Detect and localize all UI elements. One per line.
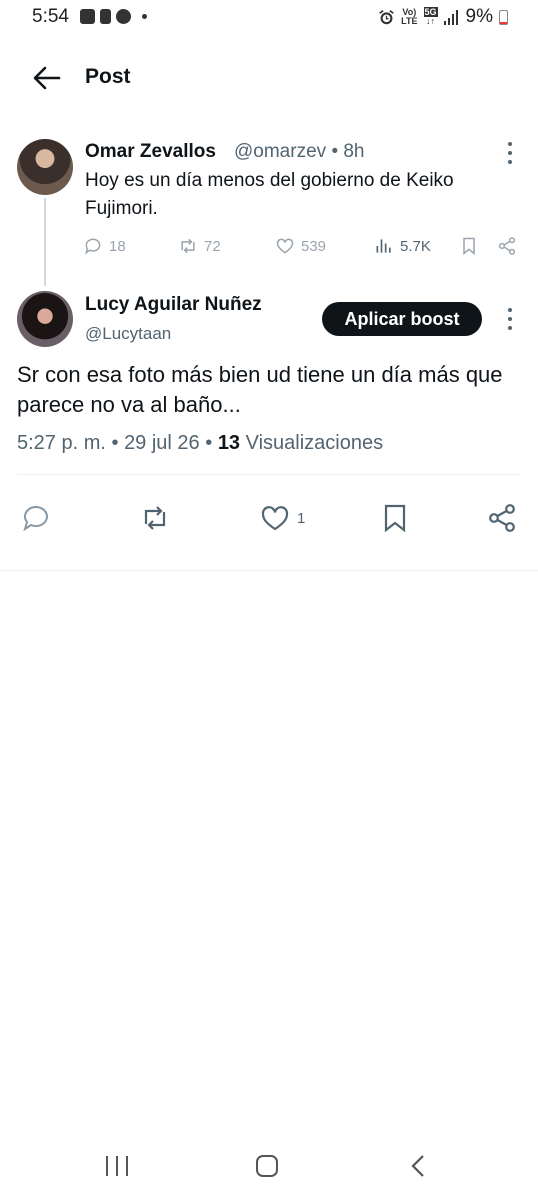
back-chevron-icon: [411, 1155, 424, 1177]
back-nav-button[interactable]: [408, 1154, 428, 1183]
parent-author-handle[interactable]: @omarzev • 8h: [234, 141, 365, 163]
header: Post: [0, 40, 538, 120]
reply-text: Sr con esa foto más bien ud tiene un día…: [17, 362, 503, 417]
reply-icon: [23, 506, 48, 532]
reply-date: 29 jul 26: [124, 432, 200, 454]
reply-time: 5:27 p. m.: [17, 432, 106, 454]
home-icon: [256, 1155, 278, 1177]
parent-retweet-button[interactable]: 72: [178, 236, 221, 256]
reply-bookmark-button[interactable]: [379, 502, 411, 534]
retweet-icon: [144, 506, 166, 530]
reply-more-button[interactable]: [507, 308, 513, 330]
data-5g-icon: 5G ↓↑: [423, 7, 438, 26]
gallery-notification-icon: [80, 9, 95, 24]
reply-meta: 5:27 p. m. • 29 jul 26 • 13 Visualizacio…: [17, 432, 384, 454]
divider: [17, 474, 521, 475]
parent-bookmark-button[interactable]: [459, 236, 479, 256]
battery-percent: 9%: [465, 6, 493, 27]
parent-views-button[interactable]: 5.7K: [374, 236, 431, 256]
parent-more-button[interactable]: [507, 142, 513, 164]
avatar-lucy[interactable]: [17, 291, 73, 347]
status-time: 5:54: [32, 6, 69, 27]
share-icon: [489, 504, 515, 532]
back-arrow-icon: [33, 66, 61, 90]
volte-icon: Vo) LTE: [401, 7, 418, 26]
parent-actions: 18 72 539 5.7K: [83, 236, 523, 260]
reply-like-count: 1: [297, 509, 306, 527]
retweet-icon: [181, 238, 195, 254]
bookmark-icon: [384, 504, 406, 533]
parent-reply-button[interactable]: 18: [83, 236, 126, 256]
status-bar: 5:54 Vo) LTE 5G ↓↑ 9%: [0, 0, 538, 36]
reply-reply-button[interactable]: [20, 502, 52, 534]
parent-author-name[interactable]: Omar Zevallos: [85, 141, 216, 163]
system-nav-bar: [0, 1136, 538, 1200]
reply-author-handle[interactable]: @Lucytaan: [85, 324, 171, 344]
heart-icon: [261, 506, 289, 531]
home-button[interactable]: [255, 1154, 279, 1183]
recent-apps-button[interactable]: [104, 1154, 130, 1183]
parent-like-button[interactable]: 539: [275, 236, 326, 256]
section-divider: [0, 570, 538, 571]
reply-like-button[interactable]: 1: [259, 502, 305, 534]
thread-line: [44, 198, 46, 286]
heart-icon: [276, 238, 294, 254]
battery-icon: [499, 9, 508, 25]
reply-share-button[interactable]: [486, 502, 518, 534]
page-title: Post: [85, 65, 131, 88]
reply-icon: [85, 238, 101, 255]
facebook-notification-icon: [116, 9, 131, 24]
alert-notification-icon: [100, 9, 111, 24]
bookmark-icon: [463, 237, 475, 256]
view-label[interactable]: Visualizaciones: [246, 432, 384, 454]
view-count: 13: [217, 432, 241, 454]
parent-tweet-text: Hoy es un día menos del gobierno de Keik…: [85, 170, 454, 219]
reply-retweet-button[interactable]: [139, 502, 171, 534]
reply-author-name[interactable]: Lucy Aguilar Nuñez: [85, 294, 262, 316]
parent-share-button[interactable]: [497, 236, 517, 256]
share-icon: [498, 237, 516, 255]
alarm-icon: [379, 9, 394, 24]
boost-button[interactable]: Aplicar boost: [322, 302, 482, 336]
signal-icon: [443, 9, 458, 25]
back-button[interactable]: [32, 64, 62, 92]
avatar-omar[interactable]: [17, 139, 73, 195]
recent-apps-icon: [106, 1156, 128, 1176]
more-notifications-dot-icon: [142, 14, 147, 19]
views-chart-icon: [376, 239, 391, 253]
parent-time: • 8h: [331, 141, 365, 162]
reply-actions: 1: [0, 502, 538, 538]
